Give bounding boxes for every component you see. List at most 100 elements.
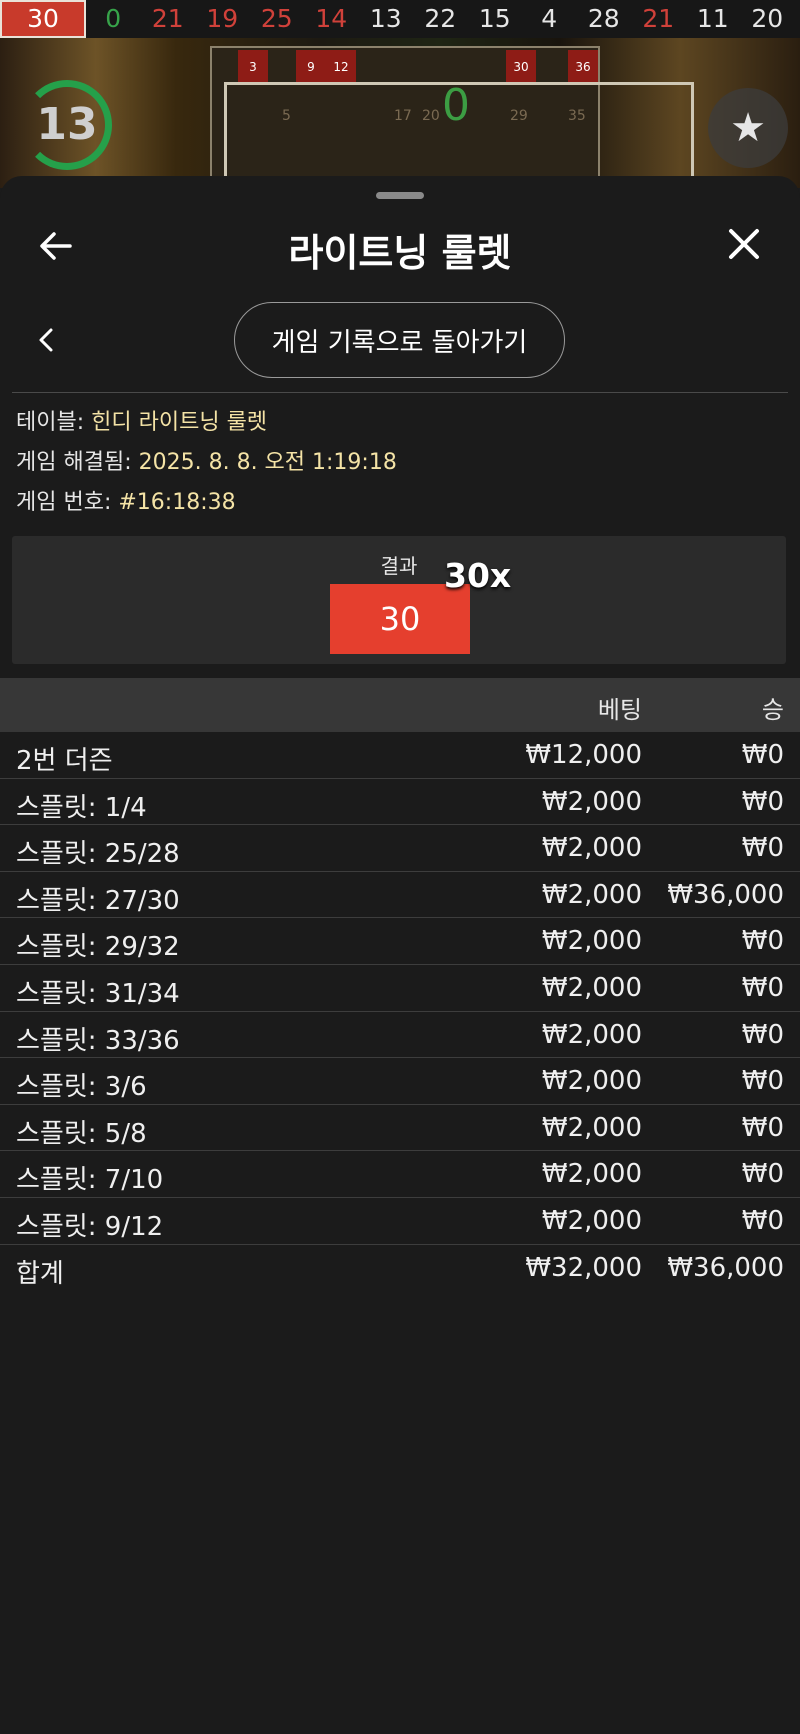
bet-type: 스플릿: 7/10 [16,1165,164,1196]
bet-type: 스플릿: 33/36 [16,1025,180,1056]
bet-type: 스플릿: 31/34 [16,978,180,1009]
game-number-label: 게임 번호: [16,490,112,515]
table-row: 2번 더즌 ₩12,000 ₩0 [0,732,800,779]
game-number-value: #16:18:38 [118,490,236,515]
recent-result: 0 [105,4,122,33]
resolved-info-value: 2025. 8. 8. 오전 1:19:18 [138,450,397,475]
recent-result: 21 [642,4,675,33]
column-bet: 베팅 [597,696,642,724]
recent-result: 15 [478,4,511,33]
bets-table-body: 2번 더즌 ₩12,000 ₩0 스플릿: 1/4 ₩2,000 ₩0 스플릿: 25/28… [0,732,800,1291]
recent-result: 22 [424,4,457,33]
bet-type: 스플릿: 29/32 [16,932,180,963]
table-number: 17 [394,108,412,124]
table-row: 스플릿: 27/30 ₩2,000 ₩36,000 [0,872,800,919]
bet-amount: ₩2,000 [541,972,642,1003]
bet-amount: ₩2,000 [541,879,642,910]
win-amount: ₩0 [741,1112,784,1143]
table-number: 20 [422,108,440,124]
bet-amount: ₩2,000 [541,1019,642,1050]
win-amount: ₩0 [741,926,784,957]
page-title: 라이트닝 룰렛 [288,231,512,275]
win-amount: ₩0 [741,972,784,1003]
star-icon: ★ [730,105,766,151]
bet-amount: ₩2,000 [541,1159,642,1190]
win-amount: ₩0 [741,1019,784,1050]
game-number-info: 게임 번호: #16:18:38 [16,488,236,518]
recent-result: 21 [151,4,184,33]
win-amount: ₩0 [741,1066,784,1097]
total-bet: ₩32,000 [525,1252,642,1283]
bet-amount: ₩2,000 [541,1066,642,1097]
win-amount: ₩0 [741,1205,784,1236]
recent-result: 11 [696,4,729,33]
win-amount: ₩0 [741,786,784,817]
bet-amount: ₩2,000 [541,1112,642,1143]
bet-amount: ₩12,000 [525,740,642,770]
bet-type: 스플릿: 5/8 [16,1118,147,1149]
table-cell: 3 [238,50,268,84]
table-row: 스플릿: 33/36 ₩2,000 ₩0 [0,1012,800,1059]
bet-type: 스플릿: 1/4 [16,792,147,823]
table-info: 테이블: 힌디 라이트닝 룰렛 [16,408,267,438]
table-cell: 36 [568,50,598,84]
bet-type: 스플릿: 27/30 [16,885,180,916]
recent-result: 13 [369,4,402,33]
bet-amount: ₩2,000 [541,786,642,817]
total-label: 합계 [16,1258,64,1289]
table-row: 스플릿: 5/8 ₩2,000 ₩0 [0,1105,800,1152]
close-icon[interactable] [724,224,764,264]
divider [12,392,788,393]
bet-amount: ₩2,000 [541,833,642,864]
win-amount: ₩0 [741,740,784,770]
bet-type: 스플릿: 3/6 [16,1072,147,1103]
history-nav-row: 게임 기록으로 돌아가기 [0,302,800,378]
zero-marker: 0 [442,80,470,131]
table-row: 스플릿: 7/10 ₩2,000 ₩0 [0,1151,800,1198]
table-row: 스플릿: 31/34 ₩2,000 ₩0 [0,965,800,1012]
sheet-drag-handle[interactable] [376,192,424,199]
recent-result: 25 [260,4,293,33]
win-amount: ₩0 [741,1159,784,1190]
recent-result: 4 [541,4,558,33]
table-row: 스플릿: 25/28 ₩2,000 ₩0 [0,825,800,872]
bet-type: 스플릿: 9/12 [16,1211,164,1242]
resolved-info: 게임 해결됨: 2025. 8. 8. 오전 1:19:18 [16,448,397,478]
table-cell: 9 [296,50,326,84]
recent-result: 14 [315,4,348,33]
result-panel: 결과 30 30x [12,536,786,664]
bet-type: 2번 더즌 [16,746,113,776]
bet-type: 스플릿: 25/28 [16,839,180,870]
table-number: 29 [510,108,528,124]
resolved-info-label: 게임 해결됨: [16,450,132,475]
game-details-sheet: 라이트닝 룰렛 게임 기록으로 돌아가기 테이블: 힌디 라이트닝 룰렛 게임 … [0,176,800,1734]
favorite-button[interactable]: ★ [708,88,788,168]
bet-amount: ₩2,000 [541,926,642,957]
column-win: 승 [761,696,784,724]
recent-results-strip: 30 0 21 19 25 14 13 22 15 4 28 21 11 20 [0,0,800,38]
bets-table-header: 베팅 승 [0,678,800,732]
countdown-timer: 13 [22,80,112,170]
bet-amount: ₩2,000 [541,1205,642,1236]
sheet-header: 라이트닝 룰렛 [0,208,800,284]
table-info-label: 테이블: [16,410,85,435]
win-amount: ₩0 [741,833,784,864]
back-to-history-button[interactable]: 게임 기록으로 돌아가기 [234,302,565,378]
total-win: ₩36,000 [667,1252,784,1283]
total-row: 합계 ₩32,000 ₩36,000 [0,1245,800,1292]
table-row: 스플릿: 9/12 ₩2,000 ₩0 [0,1198,800,1245]
table-row: 스플릿: 29/32 ₩2,000 ₩0 [0,918,800,965]
chevron-left-icon[interactable] [30,322,62,358]
win-amount: ₩36,000 [667,879,784,910]
result-label: 결과 [380,554,418,578]
recent-result: 19 [206,4,239,33]
table-cell: 12 [326,50,356,84]
recent-result: 20 [751,4,784,33]
live-game-background: 3 9 12 30 36 0 5 17 20 29 35 13 ★ [0,38,800,188]
table-info-value: 힌디 라이트닝 룰렛 [91,410,268,435]
recent-result: 28 [587,4,620,33]
table-row: 스플릿: 1/4 ₩2,000 ₩0 [0,779,800,826]
table-number: 5 [282,108,291,124]
table-number: 35 [568,108,586,124]
table-cell: 30 [506,50,536,84]
